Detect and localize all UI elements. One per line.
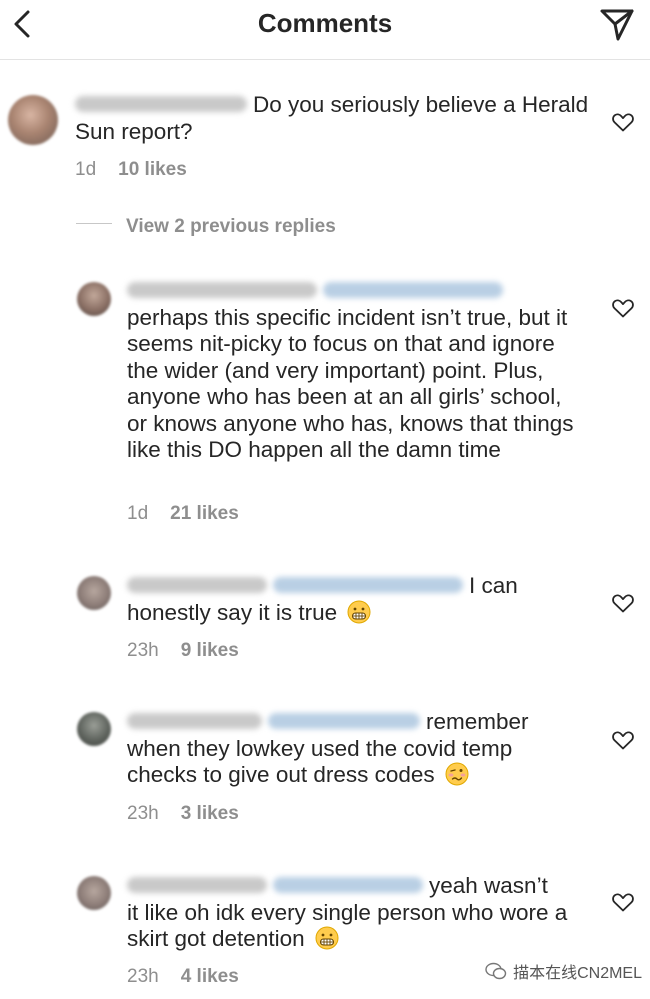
comment-time: 23h [127, 966, 159, 987]
heart-outline-icon[interactable] [611, 728, 635, 752]
heart-outline-icon[interactable] [611, 890, 635, 914]
comment-text: perhaps this specific incident isn’t tru… [127, 278, 587, 464]
paper-plane-icon [600, 9, 634, 41]
comment-body: yeah wasn’t [429, 873, 548, 898]
woozy-face-emoji [445, 762, 469, 786]
comment-body-continued: it like oh idk every single person who w… [127, 899, 568, 952]
comment-body-continued: honestly say it is true [127, 599, 338, 625]
blurred-username[interactable] [75, 96, 247, 113]
heart-outline-icon[interactable] [611, 591, 635, 615]
blurred-mention[interactable] [268, 713, 420, 730]
likes-count[interactable]: 21 likes [170, 503, 239, 525]
view-previous-replies[interactable]: View 2 previous replies [76, 216, 336, 244]
avatar[interactable] [77, 282, 111, 316]
comment-meta: 23h 4 likes [127, 966, 239, 988]
comment-text: remember when they lowkey used the covid… [127, 709, 587, 789]
watermark-text: 描本在线CN2MEL [513, 965, 642, 982]
share-button[interactable] [596, 4, 638, 46]
blurred-mention[interactable] [273, 577, 463, 594]
likes-count[interactable]: 10 likes [118, 159, 187, 181]
page-title: Comments [257, 8, 393, 38]
comment-meta: 23h 3 likes [127, 803, 239, 825]
watermark: 描本在线CN2MEL [485, 959, 642, 983]
blurred-username[interactable] [127, 282, 317, 299]
blurred-username[interactable] [127, 877, 267, 894]
header-bar: Comments [0, 0, 650, 60]
comment-body: I can [469, 573, 518, 598]
comment-text: yeah wasn’t it like oh idk every single … [127, 873, 587, 953]
comment-time: 23h [127, 803, 159, 824]
comment-time: 1d [75, 159, 97, 180]
likes-count[interactable]: 3 likes [181, 803, 239, 825]
wechat-icon [485, 962, 507, 980]
comment-text: Do you seriously believe a Herald Sun re… [75, 92, 595, 145]
comment-meta: 1d 10 likes [75, 159, 187, 181]
blurred-username[interactable] [127, 577, 267, 594]
grimacing-emoji [347, 600, 371, 624]
blurred-username[interactable] [127, 713, 262, 730]
comment-meta: 23h 9 likes [127, 640, 239, 662]
comment-text: I can honestly say it is true [127, 573, 587, 626]
blurred-mention[interactable] [323, 282, 503, 299]
comment-body: remember [426, 709, 529, 734]
avatar[interactable] [77, 576, 111, 610]
heart-outline-icon[interactable] [611, 110, 635, 134]
comment-meta: 1d 21 likes [127, 503, 239, 525]
comment-time: 1d [127, 503, 149, 524]
divider-line [76, 223, 112, 225]
avatar[interactable] [8, 95, 58, 145]
likes-count[interactable]: 9 likes [181, 640, 239, 662]
avatar[interactable] [77, 876, 111, 910]
avatar[interactable] [77, 712, 111, 746]
likes-count[interactable]: 4 likes [181, 966, 239, 988]
comment-body: perhaps this specific incident isn’t tru… [127, 304, 513, 330]
heart-outline-icon[interactable] [611, 296, 635, 320]
view-replies-label: View 2 previous replies [126, 216, 336, 237]
comment-time: 23h [127, 640, 159, 661]
grimacing-emoji [315, 926, 339, 950]
blurred-mention[interactable] [273, 877, 423, 894]
